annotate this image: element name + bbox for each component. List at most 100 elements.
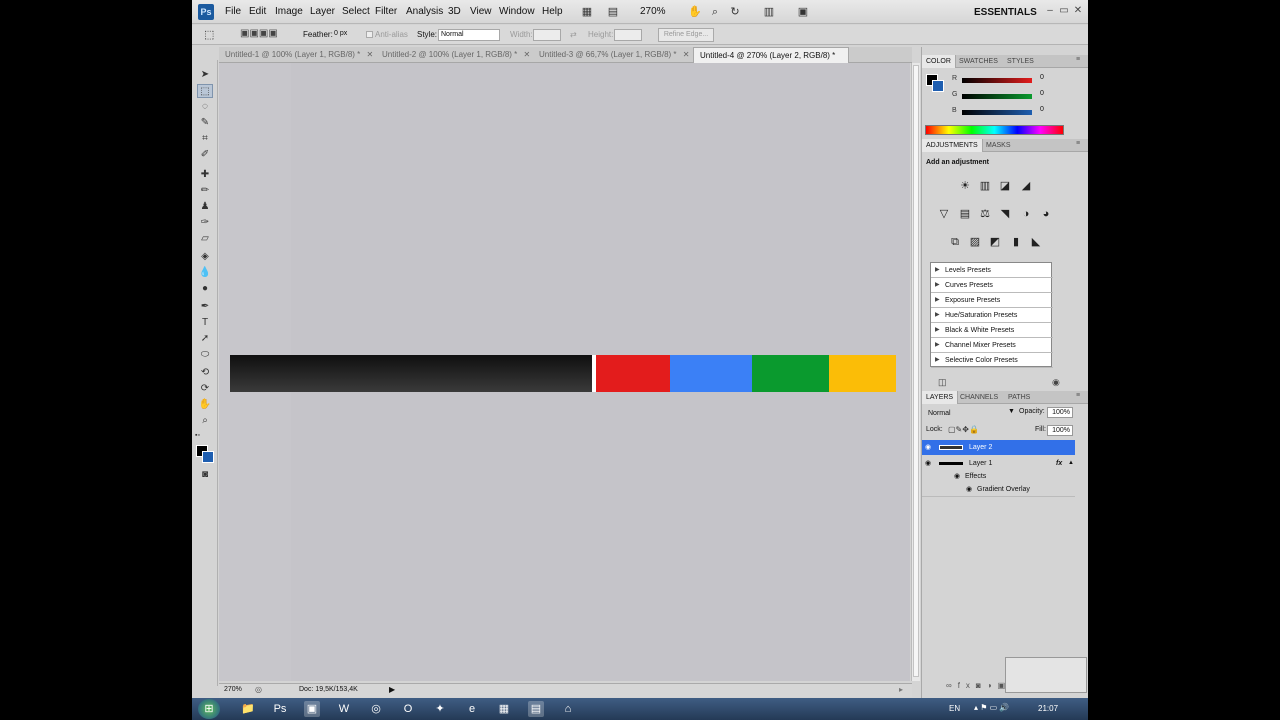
slider-g[interactable]: G 0 xyxy=(922,89,1088,105)
chrome-icon[interactable]: ◎ xyxy=(368,701,384,717)
expand-arrow-icon[interactable]: ▶ xyxy=(935,308,940,323)
hand-tool-icon[interactable]: ✋ xyxy=(197,398,213,412)
menu-layer[interactable]: Layer xyxy=(310,6,335,17)
tab-swatches[interactable]: SWATCHES xyxy=(955,55,1002,68)
list-item[interactable]: ▶ Curves Presets xyxy=(931,278,1053,293)
eraser-tool-icon[interactable]: ▱ xyxy=(197,232,213,246)
notepad-icon[interactable]: ▤ xyxy=(528,701,544,717)
tab-untitled-3[interactable]: Untitled-3 @ 66,7% (Layer 1, RGB/8) * ✕ xyxy=(533,47,691,63)
quick-selection-tool-icon[interactable]: ✎ xyxy=(197,116,213,130)
start-button[interactable]: ⊞ xyxy=(198,699,220,719)
slider-b-track[interactable] xyxy=(962,110,1032,115)
tab-layers[interactable]: LAYERS xyxy=(922,391,959,404)
list-item[interactable]: ▶ Black & White Presets xyxy=(931,323,1053,338)
hue-saturation-icon[interactable]: ▤ xyxy=(957,206,973,222)
status-zoom[interactable]: 270% xyxy=(224,686,242,693)
rectangular-marquee-tool-icon[interactable]: ⬚ xyxy=(197,84,213,98)
width-input[interactable] xyxy=(533,29,561,41)
levels-icon[interactable]: ▥ xyxy=(977,178,993,194)
tab-adjustments[interactable]: ADJUSTMENTS xyxy=(922,139,983,152)
black-white-icon[interactable]: ◥ xyxy=(997,206,1013,222)
menu-3d[interactable]: 3D xyxy=(448,6,461,17)
selective-color-icon[interactable]: ◣ xyxy=(1028,234,1044,250)
menu-image[interactable]: Image xyxy=(275,6,303,17)
exposure-icon[interactable]: ◢ xyxy=(1018,178,1034,194)
opacity-input[interactable]: 100% xyxy=(1047,407,1073,418)
opera-icon[interactable]: O xyxy=(400,701,416,717)
close-icon[interactable]: ✕ xyxy=(1072,5,1084,17)
feather-input[interactable]: 0 px xyxy=(332,29,354,41)
blend-mode-arrow-icon[interactable]: ▼ xyxy=(1008,408,1015,415)
explorer-icon[interactable]: 📁 xyxy=(240,701,256,717)
slider-r-track[interactable] xyxy=(962,78,1032,83)
workspace-switcher[interactable]: ESSENTIALS xyxy=(974,7,1037,18)
tab-channels[interactable]: CHANNELS xyxy=(956,391,1002,404)
type-tool-icon[interactable]: T xyxy=(197,316,213,330)
default-colors-icon[interactable]: ▪▫ xyxy=(195,432,200,439)
view-extras-icon[interactable]: ▤ xyxy=(606,5,620,19)
swap-icon[interactable]: ⇄ xyxy=(570,30,577,39)
menu-view[interactable]: View xyxy=(470,6,492,17)
tab-paths[interactable]: PATHS xyxy=(1004,391,1034,404)
invert-icon[interactable]: ⧉ xyxy=(947,234,963,250)
expand-arrow-icon[interactable]: ▶ xyxy=(935,293,940,308)
curves-icon[interactable]: ◪ xyxy=(997,178,1013,194)
move-tool-icon[interactable]: ➤ xyxy=(197,68,213,82)
style-select[interactable]: Normal xyxy=(438,29,500,41)
anti-alias-checkbox[interactable] xyxy=(366,31,373,38)
menu-analysis[interactable]: Analysis xyxy=(406,6,443,17)
3d-rotate-tool-icon[interactable]: ⟲ xyxy=(197,366,213,380)
screen-mode-icon[interactable]: ▣ xyxy=(796,5,810,19)
brightness-contrast-icon[interactable]: ☀ xyxy=(957,178,973,194)
slider-r[interactable]: R 0 xyxy=(922,73,1088,89)
expand-arrow-icon[interactable]: ▶ xyxy=(935,353,940,368)
menu-help[interactable]: Help xyxy=(542,6,563,17)
crop-tool-icon[interactable]: ⌗ xyxy=(197,132,213,146)
panel-menu-icon[interactable]: ≡ xyxy=(1076,56,1080,63)
layer-row-layer-2[interactable]: ◉ Layer 2 xyxy=(922,440,1075,455)
rotate-view-icon[interactable]: ↻ xyxy=(728,5,742,19)
tab-untitled-1[interactable]: Untitled-1 @ 100% (Layer 1, RGB/8) * ✕ xyxy=(219,47,375,63)
list-item[interactable]: ▶ Levels Presets xyxy=(931,263,1053,278)
selection-mode-icons[interactable]: ▣▣▣▣ xyxy=(240,28,278,39)
clone-stamp-tool-icon[interactable]: ♟ xyxy=(197,200,213,214)
status-menu-arrow-icon[interactable]: ▶ xyxy=(389,685,395,694)
spot-healing-tool-icon[interactable]: ✚ xyxy=(197,168,213,182)
eye-icon[interactable]: ◉ xyxy=(925,440,931,455)
maximize-icon[interactable]: ▭ xyxy=(1058,5,1070,17)
vertical-scrollbar[interactable] xyxy=(911,63,920,681)
tab-close-icon[interactable]: ✕ xyxy=(367,50,374,59)
fill-input[interactable]: 100% xyxy=(1047,425,1073,436)
slider-g-value[interactable]: 0 xyxy=(1040,90,1044,97)
app-icon[interactable]: ✦ xyxy=(432,701,448,717)
tab-close-icon[interactable]: ✕ xyxy=(683,50,690,59)
lock-options-icons[interactable]: ▢✎✥🔒 xyxy=(948,425,979,434)
tab-close-icon[interactable]: ✕ xyxy=(524,50,531,59)
zoom-tool-icon[interactable]: ⌕ xyxy=(197,414,213,428)
zoom-tool-icon[interactable]: ⌕ xyxy=(708,5,722,19)
channel-mixer-icon[interactable]: ◕ xyxy=(1038,206,1054,222)
slider-r-value[interactable]: 0 xyxy=(1040,74,1044,81)
menu-file[interactable]: File xyxy=(225,6,241,17)
list-item[interactable]: ▶ Hue/Saturation Presets xyxy=(931,308,1053,323)
tab-untitled-2[interactable]: Untitled-2 @ 100% (Layer 1, RGB/8) * ✕ xyxy=(376,47,532,63)
menu-window[interactable]: Window xyxy=(499,6,535,17)
visibility-toggle-icon[interactable]: ◉ xyxy=(1052,377,1060,388)
language-indicator[interactable]: EN xyxy=(949,704,960,713)
list-item[interactable]: ▶ Exposure Presets xyxy=(931,293,1053,308)
tab-color[interactable]: COLOR xyxy=(922,55,956,68)
scrollbar-thumb[interactable] xyxy=(913,65,919,677)
wordpress-icon[interactable]: W xyxy=(336,701,352,717)
menu-filter[interactable]: Filter xyxy=(375,6,397,17)
gradient-overlay-row[interactable]: ◉ Gradient Overlay xyxy=(922,482,1075,497)
color-spectrum[interactable] xyxy=(925,125,1064,135)
quick-mask-icon[interactable]: ◙ xyxy=(197,468,213,482)
3d-orbit-tool-icon[interactable]: ⟳ xyxy=(197,382,213,396)
bridge-icon[interactable]: ▦ xyxy=(580,5,594,19)
lasso-tool-icon[interactable]: ◌ xyxy=(197,100,213,114)
slider-b-value[interactable]: 0 xyxy=(1040,106,1044,113)
list-item[interactable]: ▶ Selective Color Presets xyxy=(931,353,1053,368)
minimize-icon[interactable]: – xyxy=(1044,5,1056,17)
brush-tool-icon[interactable]: ✏ xyxy=(197,184,213,198)
clip-to-layer-icon[interactable]: ◫ xyxy=(938,377,947,388)
